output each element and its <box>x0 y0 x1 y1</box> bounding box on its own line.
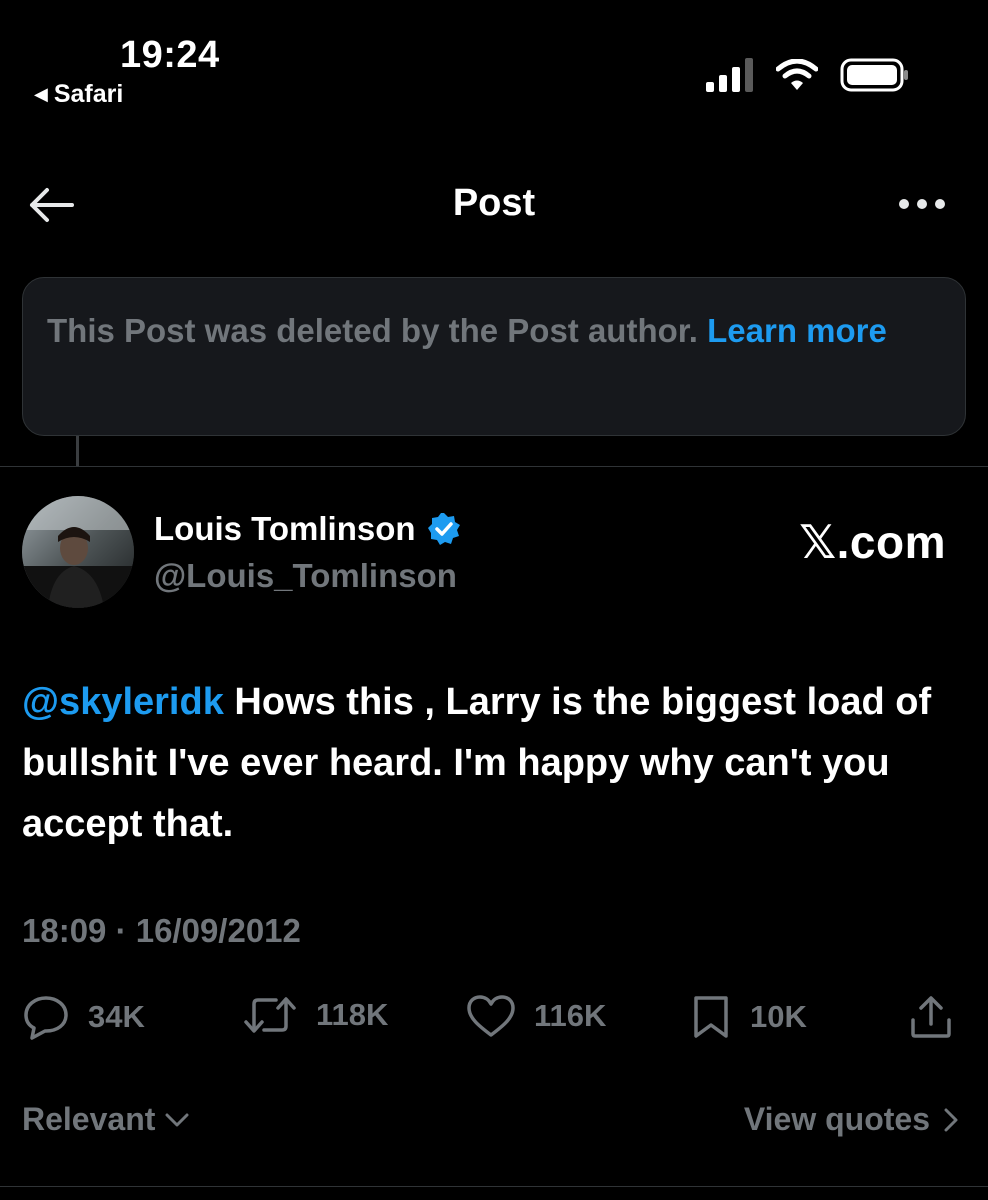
mention-link[interactable]: @skyleridk <box>22 681 224 723</box>
cellular-signal-icon <box>706 58 753 92</box>
wifi-icon <box>776 59 818 90</box>
bottom-divider <box>0 1186 988 1187</box>
battery-icon <box>840 58 908 92</box>
author-name: Louis Tomlinson <box>154 510 416 547</box>
view-quotes-link[interactable]: View quotes <box>744 1101 958 1138</box>
deleted-post-notice: This Post was deleted by the Post author… <box>22 277 966 436</box>
x-com-watermark: 𝕏.com <box>799 516 946 568</box>
repost-count: 118K <box>316 997 389 1032</box>
notice-text: This Post was deleted by the Post author… <box>47 312 698 349</box>
back-to-safari-link[interactable]: ◀ Safari <box>34 80 123 109</box>
status-icons <box>706 58 910 92</box>
like-count: 116K <box>534 998 607 1033</box>
divider <box>0 466 988 467</box>
repost-icon <box>244 997 296 1033</box>
reply-button[interactable]: 34K <box>22 994 145 1040</box>
chevron-right-icon <box>944 1108 958 1131</box>
timestamp[interactable]: 18:09 · 16/09/2012 <box>22 912 301 950</box>
bookmark-button[interactable]: 10K <box>690 994 807 1040</box>
more-button[interactable] <box>896 192 948 216</box>
avatar-photo <box>22 496 134 608</box>
thread-line <box>76 436 79 466</box>
like-button[interactable]: 116K <box>466 994 606 1038</box>
author-handle[interactable]: @Louis_Tomlinson <box>154 557 457 595</box>
learn-more-link[interactable]: Learn more <box>707 312 887 349</box>
share-button[interactable] <box>908 994 954 1040</box>
back-triangle-icon: ◀ <box>34 84 48 104</box>
page-title: Post <box>452 182 536 224</box>
back-app-label: Safari <box>53 80 124 108</box>
sort-dropdown[interactable]: Relevant <box>22 1101 189 1138</box>
sort-label: Relevant <box>22 1101 156 1137</box>
bookmark-icon <box>694 996 728 1038</box>
share-icon <box>911 996 951 1038</box>
reply-count: 34K <box>88 999 145 1034</box>
author-name-row[interactable]: Louis Tomlinson <box>154 510 462 548</box>
tweet-text: @skyleridk Hows this , Larry is the bigg… <box>22 672 966 855</box>
bookmark-count: 10K <box>750 999 807 1034</box>
verified-badge-icon <box>427 513 460 545</box>
status-time: 19:24 <box>120 34 220 76</box>
reply-icon <box>24 996 68 1040</box>
post-screen: 19:24 ◀ Safari Post This Post was delete… <box>0 0 988 1200</box>
repost-button[interactable]: 118K <box>242 994 388 1036</box>
view-quotes-label: View quotes <box>743 1101 930 1137</box>
more-dots-icon <box>899 199 945 209</box>
avatar[interactable] <box>22 496 134 608</box>
heart-icon <box>467 995 515 1037</box>
chevron-down-icon <box>165 1113 189 1126</box>
